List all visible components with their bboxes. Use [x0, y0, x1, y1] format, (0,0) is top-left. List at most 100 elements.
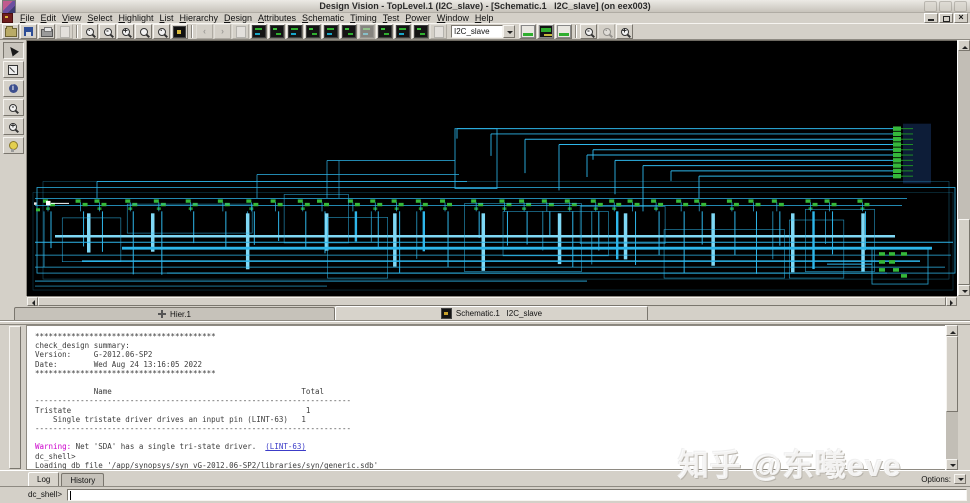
menu-hierarchy[interactable]: Hierarchy — [176, 13, 221, 23]
window-controls[interactable] — [924, 1, 967, 12]
highlight-nets-button[interactable] — [537, 24, 554, 39]
select-tool-button[interactable] — [2, 42, 24, 59]
design-list-button[interactable] — [412, 24, 429, 39]
scroll-thumb[interactable] — [38, 297, 946, 306]
schematic-view-button[interactable] — [250, 24, 267, 39]
menu-design[interactable]: Design — [221, 13, 255, 23]
scroll-track[interactable] — [946, 336, 958, 459]
report-button[interactable] — [430, 24, 447, 39]
schematic-canvas[interactable] — [27, 40, 957, 296]
tab-schematic[interactable]: Schematic.1 I2C_slave — [335, 306, 648, 320]
design-dropdown[interactable]: I2C_slave — [451, 25, 515, 38]
menu-power[interactable]: Power — [402, 13, 434, 23]
compile-button[interactable] — [376, 24, 393, 39]
menu-attributes[interactable]: Attributes — [255, 13, 299, 23]
schematic-horizontal-scrollbar-row — [0, 296, 970, 306]
menu-window[interactable]: Window — [434, 13, 472, 23]
tab-log[interactable]: Log — [28, 472, 60, 486]
design-dropdown-value[interactable]: I2C_slave — [451, 25, 503, 38]
edit-page-button[interactable] — [56, 24, 73, 39]
log-vertical-scrollbar[interactable] — [945, 325, 958, 470]
minimize-icon[interactable] — [924, 1, 937, 12]
map-view-button[interactable] — [358, 24, 375, 39]
mdi-close-icon[interactable] — [954, 12, 968, 23]
menu-schematic[interactable]: Schematic — [299, 13, 347, 23]
refresh-button[interactable] — [232, 24, 249, 39]
zoom-selected-button[interactable] — [153, 24, 170, 39]
maximize-icon[interactable] — [939, 1, 952, 12]
scroll-left-icon[interactable] — [27, 297, 38, 306]
title-bar[interactable]: Design Vision - TopLevel.1 (I2C_slave) -… — [0, 0, 970, 14]
log-left-gutter — [0, 325, 26, 470]
zoom-in-tool-button[interactable] — [2, 118, 24, 135]
zoom-full-button[interactable] — [135, 24, 152, 39]
scroll-right-icon[interactable] — [946, 297, 957, 306]
menu-help[interactable]: Help — [472, 13, 497, 23]
zoom-out-tool-button[interactable] — [2, 99, 24, 116]
hier-down-icon — [305, 25, 320, 38]
tab-hier[interactable]: Hier.1 — [14, 307, 335, 320]
print-button[interactable] — [38, 24, 55, 39]
zoom-out-button[interactable] — [99, 24, 116, 39]
shell-input[interactable] — [67, 488, 967, 501]
elaborate-button[interactable] — [394, 24, 411, 39]
scroll-up-icon[interactable] — [946, 325, 958, 336]
probe-button[interactable] — [555, 24, 572, 39]
mdi-restore-icon[interactable] — [939, 13, 953, 23]
lint-link[interactable]: (LINT-63) — [265, 442, 306, 451]
log-side-scrollbar[interactable] — [9, 326, 21, 469]
save-button[interactable] — [20, 24, 37, 39]
scroll-up-icon[interactable] — [958, 40, 970, 51]
log-output[interactable]: ****************************************… — [26, 325, 945, 470]
scroll-down-icon[interactable] — [946, 459, 958, 470]
forward-button[interactable]: › — [214, 24, 231, 39]
info-tool-button[interactable] — [2, 80, 24, 97]
netlist-view-button[interactable] — [322, 24, 339, 39]
scroll-track[interactable] — [958, 51, 970, 285]
filter-view-button[interactable] — [340, 24, 357, 39]
log-line: check_design summary: — [35, 341, 130, 351]
options-dropdown[interactable] — [954, 474, 966, 484]
menu-edit[interactable]: Edit — [38, 13, 60, 23]
chevron-down-icon — [507, 31, 513, 37]
zoom-in-button[interactable] — [117, 24, 134, 39]
hier-down-button[interactable] — [304, 24, 321, 39]
child-window-icon[interactable] — [2, 13, 13, 23]
zoom-box-icon — [85, 26, 94, 36]
scroll-down-icon[interactable] — [958, 285, 970, 296]
scroll-thumb[interactable] — [946, 336, 958, 413]
view-all-button[interactable] — [171, 24, 188, 39]
zoom-in-magnifier-icon — [9, 121, 17, 131]
highlight-bulb-icon — [8, 141, 18, 152]
menu-select[interactable]: Select — [84, 13, 115, 23]
menu-list[interactable]: List — [156, 13, 176, 23]
schematic-vertical-scrollbar[interactable] — [957, 40, 970, 296]
menu-highlight[interactable]: Highlight — [115, 13, 156, 23]
zoom-out-icon — [103, 26, 112, 36]
zoom-box-button[interactable] — [81, 24, 98, 39]
back-button[interactable]: ‹ — [196, 24, 213, 39]
mdi-minimize-icon[interactable] — [924, 13, 938, 23]
symbol-view-button[interactable] — [268, 24, 285, 39]
hier-up-button[interactable] — [286, 24, 303, 39]
layout-button[interactable] — [519, 24, 536, 39]
menu-timing[interactable]: Timing — [347, 13, 380, 23]
page-icon — [59, 25, 70, 38]
close-icon[interactable] — [954, 1, 967, 12]
open-button[interactable] — [2, 24, 19, 39]
toolbar-separator — [575, 25, 577, 38]
menu-test[interactable]: Test — [380, 13, 403, 23]
menu-view[interactable]: View — [59, 13, 84, 23]
scroll-thumb[interactable] — [958, 219, 970, 285]
zoom-in-2-button[interactable] — [616, 24, 633, 39]
menu-file[interactable]: File — [17, 13, 38, 23]
zoom-100-button[interactable] — [598, 24, 615, 39]
schematic-view-icon — [251, 25, 266, 38]
window-title: Design Vision - TopLevel.1 (I2C_slave) -… — [319, 1, 651, 11]
design-dropdown-button[interactable] — [503, 25, 515, 38]
schematic-horizontal-scrollbar[interactable] — [27, 296, 957, 306]
zoom-out-2-button[interactable] — [580, 24, 597, 39]
tab-history[interactable]: History — [61, 473, 105, 486]
zoom-area-tool-button[interactable] — [2, 61, 24, 78]
highlight-tool-button[interactable] — [2, 137, 24, 154]
